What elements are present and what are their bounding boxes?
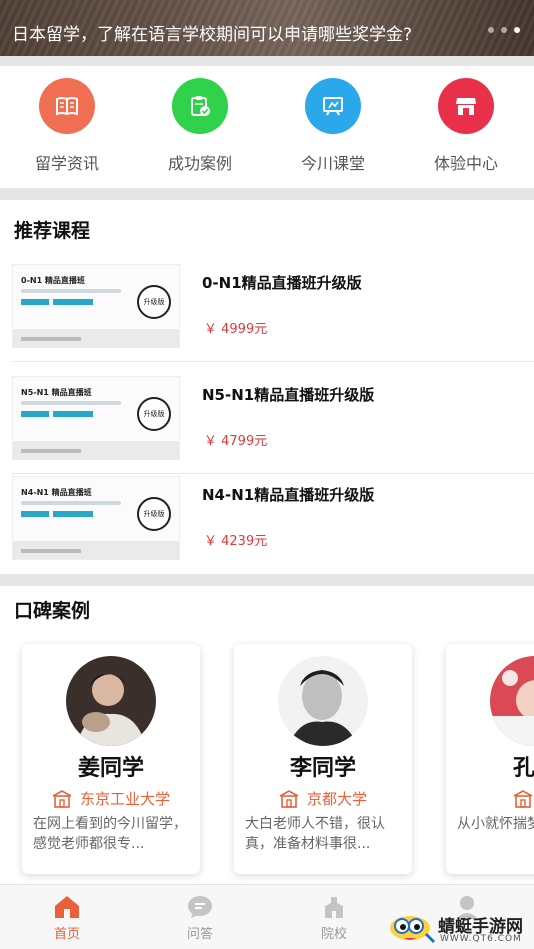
course-price: ￥ 4799元: [204, 434, 268, 449]
review-text: 大白老师人不错，很认真，准备材料事很...: [245, 816, 385, 852]
quicknav-classroom[interactable]: 今川课堂: [273, 78, 393, 174]
quicknav-label: 留学资讯: [34, 154, 99, 173]
course-item[interactable]: N4-N1 精品直播班 升级版 N4-N1精品直播班升级版 ￥ 4239元: [12, 462, 534, 574]
banner-pagination: [488, 27, 520, 33]
upgrade-badge: 升级版: [137, 285, 171, 319]
course-name: 0-N1精品直播班升级版: [202, 274, 362, 292]
upgrade-badge: 升级版: [137, 497, 171, 531]
course-item[interactable]: N5-N1 精品直播班 升级版 N5-N1精品直播班升级版 ￥ 4799元: [12, 362, 534, 474]
section-title: 口碑案例: [14, 600, 91, 622]
clipboard-check-icon: [172, 78, 228, 134]
pagination-dot[interactable]: [488, 27, 494, 33]
tab-label: 院校: [320, 927, 347, 942]
avatar: [490, 656, 534, 746]
school-icon: [279, 789, 299, 808]
pagination-dot[interactable]: [501, 27, 507, 33]
section-title: 推荐课程: [14, 220, 91, 242]
thumbnail-tag: [53, 299, 93, 305]
reviewer-name: 李同学: [289, 756, 356, 781]
tab-home[interactable]: 首页: [27, 895, 107, 942]
classroom-icon: [305, 78, 361, 134]
quicknav-label: 体验中心: [433, 154, 498, 173]
quicknav-label: 今川课堂: [300, 154, 365, 173]
book-icon: [39, 78, 95, 134]
pagination-dot-active[interactable]: [514, 27, 520, 33]
thumbnail-line: [21, 289, 121, 293]
reviewer-school: 东京工业大学: [22, 788, 200, 809]
reviewer-name: 孔同: [512, 756, 534, 781]
reviews-section: 口碑案例 姜同学 东京工业大学 在网上看到的今川留学，感觉老师都很专... 李同…: [0, 586, 534, 884]
review-card[interactable]: 孔同 京 从小就怀揣梦想，自己: [446, 644, 534, 874]
school-building-icon: [324, 897, 344, 918]
thumbnail-line: [21, 501, 121, 505]
tab-schools[interactable]: 院校: [294, 895, 374, 942]
school-name: 东京工业大学: [79, 790, 170, 808]
course-name: N5-N1精品直播班升级版: [202, 386, 375, 404]
school-name: 京都大学: [306, 790, 367, 808]
banner-title[interactable]: 日本留学，了解在语言学校期间可以申请哪些奖学金?: [12, 20, 412, 45]
quicknav-success-cases[interactable]: 成功案例: [140, 78, 260, 174]
tab-label: 首页: [53, 927, 80, 942]
thumbnail-title: N4-N1 精品直播班: [21, 488, 92, 497]
course-thumbnail: N5-N1 精品直播班 升级版: [12, 376, 180, 460]
course-thumbnail: 0-N1 精品直播班 升级版: [12, 264, 180, 348]
chat-bubble-icon: [188, 896, 212, 918]
reviewer-school: 京: [446, 788, 534, 809]
thumbnail-tag: [53, 511, 93, 517]
quicknav-study-news[interactable]: 留学资讯: [7, 78, 127, 174]
quicknav-experience-center[interactable]: 体验中心: [406, 78, 526, 174]
thumbnail-line: [21, 337, 81, 341]
thumbnail-line: [21, 549, 81, 553]
review-text: 在网上看到的今川留学，感觉老师都很专...: [33, 816, 187, 852]
thumbnail-line: [21, 401, 121, 405]
thumbnail-title: 0-N1 精品直播班: [21, 276, 85, 285]
review-text: 从小就怀揣梦想，自己: [457, 816, 534, 832]
thumbnail-line: [21, 449, 81, 453]
thumbnail-tag: [53, 411, 93, 417]
quicknav-label: 成功案例: [167, 154, 232, 173]
review-card[interactable]: 姜同学 东京工业大学 在网上看到的今川留学，感觉老师都很专...: [22, 644, 200, 874]
course-name: N4-N1精品直播班升级版: [202, 486, 375, 504]
tab-qa[interactable]: 问答: [160, 895, 240, 942]
course-thumbnail: N4-N1 精品直播班 升级版: [12, 476, 180, 560]
top-banner[interactable]: 日本留学，了解在语言学校期间可以申请哪些奖学金?: [0, 0, 534, 56]
avatar: [278, 656, 368, 746]
thumbnail-tag: [21, 511, 49, 517]
reviewer-school: 京都大学: [234, 788, 412, 809]
tab-label: 问答: [186, 927, 213, 942]
course-price: ￥ 4239元: [204, 534, 268, 549]
course-price: ￥ 4999元: [204, 322, 268, 337]
recommended-courses: 推荐课程 0-N1 精品直播班 升级版 0-N1精品直播班升级版 ￥ 4999元…: [0, 200, 534, 574]
thumbnail-tag: [21, 411, 49, 417]
school-icon: [52, 789, 72, 808]
home-icon: [55, 896, 79, 918]
upgrade-badge: 升级版: [137, 397, 171, 431]
reviewer-name: 姜同学: [77, 756, 144, 781]
course-item[interactable]: 0-N1 精品直播班 升级版 0-N1精品直播班升级版 ￥ 4999元: [12, 250, 534, 362]
quick-nav: 留学资讯 成功案例 今川课堂 体验中心: [0, 66, 534, 188]
avatar: [66, 656, 156, 746]
watermark-url: WWW.QT6.COM: [440, 934, 522, 944]
store-icon: [438, 78, 494, 134]
dragonfly-logo-icon: [390, 916, 436, 944]
school-icon: [514, 789, 533, 808]
thumbnail-title: N5-N1 精品直播班: [21, 388, 92, 397]
watermark: 蜻蜓手游网 WWW.QT6.COM: [386, 908, 534, 948]
thumbnail-tag: [21, 299, 49, 305]
review-card[interactable]: 李同学 京都大学 大白老师人不错，很认真，准备材料事很...: [234, 644, 412, 874]
